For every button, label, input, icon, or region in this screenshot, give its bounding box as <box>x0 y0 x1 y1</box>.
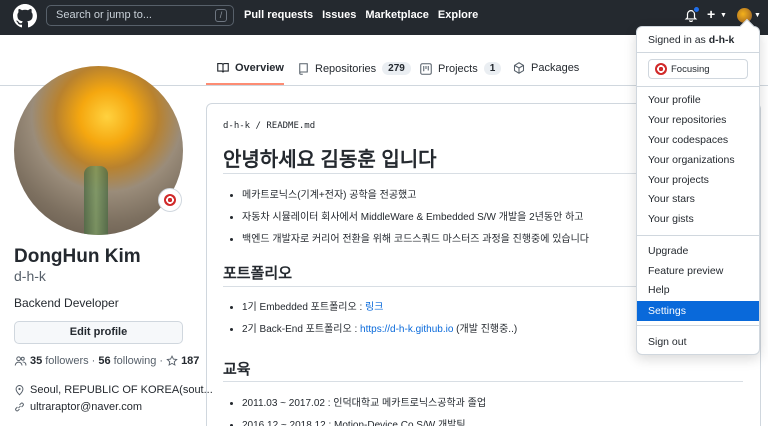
following-label[interactable]: following <box>114 355 157 367</box>
followers-count[interactable]: 35 <box>30 355 42 367</box>
portfolio-heading: 포트폴리오 <box>223 265 293 282</box>
location-text: Seoul, REPUBLIC OF KOREA(sout... <box>30 384 213 396</box>
menu-your-codespaces[interactable]: Your codespaces <box>637 130 759 150</box>
intro-list: 메카트로닉스(기계+전자) 공학을 전공했고 자동차 시뮬레이터 회사에서 Mi… <box>242 186 622 252</box>
chevron-down-icon: ▼ <box>754 12 761 19</box>
nav-marketplace[interactable]: Marketplace <box>365 9 429 21</box>
search-input[interactable]: Search or jump to... / <box>46 5 234 26</box>
list-item: 2기 Back-End 포트폴리오 : https://d-h-k.github… <box>242 320 517 335</box>
menu-feature-preview[interactable]: Feature preview <box>637 261 759 281</box>
avatar-vase-shape <box>84 166 108 235</box>
portfolio2-link[interactable]: https://d-h-k.github.io <box>360 324 453 335</box>
profile-email: ultraraptor@naver.com <box>14 401 142 413</box>
slash-shortcut-key: / <box>215 9 227 22</box>
profile-location: Seoul, REPUBLIC OF KOREA(sout... <box>14 384 213 396</box>
link-icon <box>15 402 24 412</box>
stars-count[interactable]: 187 <box>181 355 199 367</box>
portfolio2-suffix: (개발 진행중..) <box>453 324 518 335</box>
package-icon <box>513 62 525 74</box>
readme-path: d-h-k / README.md <box>223 121 315 131</box>
nav-pull-requests[interactable]: Pull requests <box>244 9 313 21</box>
location-icon <box>15 385 24 396</box>
list-item: 2011.03 ~ 2017.02 : 인덕대학교 메카트로닉스공학과 졸업 <box>242 394 486 409</box>
github-logo-icon[interactable] <box>13 4 37 28</box>
education-heading: 교육 <box>223 361 251 378</box>
menu-your-gists[interactable]: Your gists <box>637 209 759 229</box>
tab-packages[interactable]: Packages <box>513 62 579 74</box>
signed-in-prefix: Signed in as <box>648 34 709 46</box>
list-item: 자동차 시뮬레이터 회사에서 MiddleWare & Embedded S/W… <box>242 208 622 223</box>
list-item: 1기 Embedded 포트폴리오 : 링크 <box>242 298 517 313</box>
dropdown-divider <box>637 86 759 87</box>
tab-packages-label: Packages <box>531 62 580 74</box>
tab-overview[interactable]: Overview <box>217 62 284 74</box>
edit-profile-button[interactable]: Edit profile <box>14 321 183 344</box>
menu-sign-out[interactable]: Sign out <box>637 332 759 352</box>
menu-your-repositories[interactable]: Your repositories <box>637 110 759 130</box>
menu-your-profile[interactable]: Your profile <box>637 90 759 110</box>
top-nav: Pull requests Issues Marketplace Explore <box>244 9 478 21</box>
nav-issues[interactable]: Issues <box>322 9 356 21</box>
separator-dot: · <box>91 355 96 367</box>
tab-repositories-label: Repositories <box>315 62 377 75</box>
menu-your-organizations[interactable]: Your organizations <box>637 150 759 170</box>
education-list: 2011.03 ~ 2017.02 : 인덕대학교 메카트로닉스공학과 졸업 2… <box>242 394 486 426</box>
list-item: 메카트로닉스(기계+전자) 공학을 전공했고 <box>242 186 622 201</box>
star-icon <box>166 355 178 366</box>
tab-projects-label: Projects <box>438 62 478 75</box>
readme-path-user[interactable]: d-h-k <box>223 121 250 131</box>
menu-help[interactable]: Help <box>637 280 759 300</box>
separator-dot: · <box>159 355 164 367</box>
projects-count: 1 <box>483 62 502 75</box>
active-tab-indicator <box>206 83 284 85</box>
repositories-count: 279 <box>382 62 411 75</box>
project-icon <box>420 62 432 75</box>
status-emoji-button[interactable] <box>158 188 182 212</box>
nav-explore[interactable]: Explore <box>438 9 478 21</box>
dart-icon <box>164 194 176 206</box>
followers-label[interactable]: followers <box>45 355 88 367</box>
search-placeholder: Search or jump to... <box>56 9 152 21</box>
book-icon <box>217 62 229 73</box>
following-count[interactable]: 56 <box>98 355 110 367</box>
menu-your-projects[interactable]: Your projects <box>637 170 759 190</box>
portfolio2-text: 2기 Back-End 포트폴리오 : <box>242 324 361 335</box>
signed-in-as: Signed in as d-h-k <box>648 34 734 46</box>
profile-bio: Backend Developer <box>14 296 119 310</box>
menu-your-stars[interactable]: Your stars <box>637 189 759 209</box>
dart-icon <box>655 63 667 75</box>
follow-stats: 35 followers · 56 following · 187 <box>14 355 199 367</box>
portfolio1-link[interactable]: 링크 <box>365 302 383 313</box>
tab-overview-label: Overview <box>235 62 284 74</box>
set-status-button[interactable]: Focusing <box>648 59 748 79</box>
profile-login: d-h-k <box>14 268 46 284</box>
portfolio-list: 1기 Embedded 포트폴리오 : 링크 2기 Back-End 포트폴리오… <box>242 298 517 342</box>
portfolio1-text: 1기 Embedded 포트폴리오 : <box>242 302 366 313</box>
email-link[interactable]: ultraraptor@naver.com <box>30 401 142 413</box>
readme-path-sep: / <box>255 121 261 131</box>
profile-fullname: DongHun Kim <box>14 246 141 267</box>
dropdown-divider <box>637 235 759 236</box>
divider <box>223 381 743 382</box>
list-item: 2016.12 ~ 2018.12 : Motion-Device.Co S/W… <box>242 416 486 426</box>
readme-title: 안녕하세요 김동훈 입니다 <box>223 149 437 171</box>
dropdown-divider <box>637 52 759 53</box>
people-icon <box>14 356 27 366</box>
chevron-down-icon: ▼ <box>720 12 727 19</box>
dropdown-divider <box>637 325 759 326</box>
menu-upgrade[interactable]: Upgrade <box>637 241 759 261</box>
repo-icon <box>299 62 308 75</box>
menu-settings[interactable]: Settings <box>637 301 759 321</box>
notification-indicator <box>693 6 700 13</box>
readme-path-file[interactable]: README.md <box>266 121 315 131</box>
tab-repositories[interactable]: Repositories 279 <box>298 62 411 75</box>
profile-avatar[interactable] <box>14 66 183 235</box>
tab-projects[interactable]: Projects 1 <box>420 62 502 75</box>
status-label: Focusing <box>671 63 710 75</box>
signed-in-user: d-h-k <box>708 34 735 46</box>
list-item: 백엔드 개발자로 커리어 전환을 위해 코드스쿼드 마스터즈 과정을 진행중에 … <box>242 230 622 245</box>
plus-icon[interactable]: + <box>707 6 715 22</box>
